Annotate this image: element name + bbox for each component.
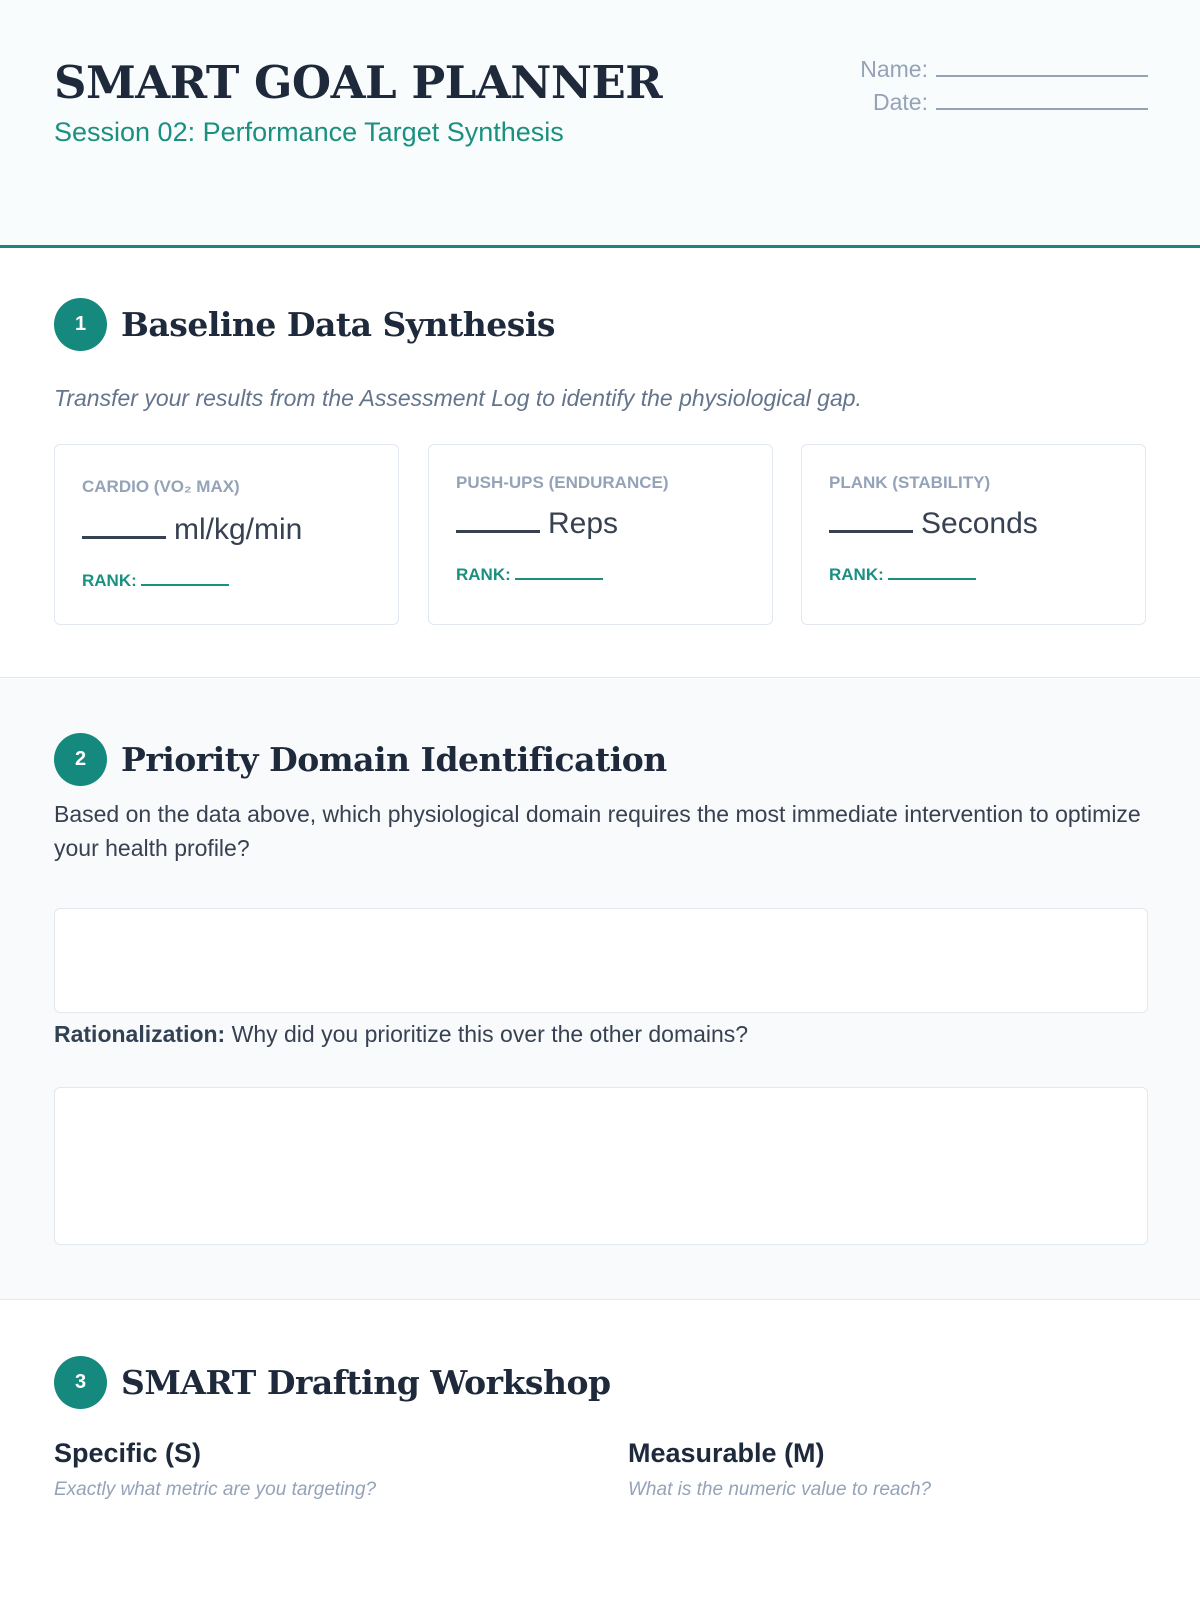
- name-blank-line[interactable]: [936, 59, 1148, 77]
- rank-label: RANK:: [82, 571, 137, 590]
- section-heading: 2 Priority Domain Identification: [54, 733, 667, 786]
- rank-field[interactable]: RANK:: [82, 571, 229, 591]
- column-title: Measurable (M): [628, 1438, 825, 1468]
- section-title: SMART Drafting Workshop: [121, 1363, 611, 1402]
- section-number-badge: 2: [54, 733, 107, 786]
- section-heading: 1 Baseline Data Synthesis: [54, 298, 555, 351]
- card-unit: Reps: [548, 507, 619, 540]
- card-value-field[interactable]: Seconds: [829, 507, 1038, 541]
- priority-prompt: Based on the data above, which physiolog…: [54, 801, 1141, 861]
- date-field[interactable]: Date:: [848, 89, 1148, 122]
- card-value-field[interactable]: ml/kg/min: [82, 513, 302, 547]
- priority-answer-box[interactable]: [54, 908, 1148, 1013]
- value-blank-line[interactable]: [829, 511, 913, 533]
- pushups-card: PUSH-UPS (ENDURANCE) Reps RANK:: [428, 444, 773, 625]
- rationalization-question: Why did you prioritize this over the oth…: [225, 1021, 749, 1047]
- rank-blank-line[interactable]: [140, 572, 229, 586]
- baseline-section: 1 Baseline Data Synthesis Transfer your …: [0, 250, 1200, 678]
- column-title: Specific (S): [54, 1438, 202, 1468]
- rank-blank-line[interactable]: [514, 566, 603, 580]
- rationalization-label: Rationalization:: [54, 1021, 226, 1047]
- section-heading: 3 SMART Drafting Workshop: [54, 1356, 611, 1409]
- rationalization-answer-box[interactable]: [54, 1087, 1148, 1245]
- section-intro: Transfer your results from the Assessmen…: [54, 385, 862, 411]
- card-unit: Seconds: [921, 507, 1038, 540]
- specific-column: Specific (S) Exactly what metric are you…: [54, 1438, 376, 1501]
- rank-label: RANK:: [456, 565, 511, 584]
- name-field[interactable]: Name:: [848, 56, 1148, 89]
- column-hint: Exactly what metric are you targeting?: [54, 1479, 377, 1500]
- card-label: PLANK (STABILITY): [829, 473, 991, 492]
- plank-card: PLANK (STABILITY) Seconds RANK:: [801, 444, 1146, 625]
- section-title: Priority Domain Identification: [121, 740, 667, 779]
- card-value-field[interactable]: Reps: [456, 507, 618, 541]
- name-label: Name:: [860, 56, 928, 82]
- rationalization-prompt: Rationalization: Why did you prioritize …: [54, 1021, 748, 1048]
- name-date-fields: Name: Date:: [848, 56, 1148, 122]
- page-header: SMART GOAL PLANNER Session 02: Performan…: [0, 0, 1200, 248]
- card-unit: ml/kg/min: [174, 513, 303, 546]
- priority-section: 2 Priority Domain Identification Based o…: [0, 679, 1200, 1300]
- measurable-column: Measurable (M) What is the numeric value…: [628, 1438, 931, 1501]
- section-title: Baseline Data Synthesis: [121, 305, 555, 344]
- rank-field[interactable]: RANK:: [829, 565, 976, 585]
- date-blank-line[interactable]: [936, 92, 1148, 110]
- column-hint: What is the numeric value to reach?: [628, 1479, 932, 1500]
- card-label: CARDIO (VO₂ MAX): [82, 477, 240, 496]
- rank-field[interactable]: RANK:: [456, 565, 603, 585]
- date-label: Date:: [873, 89, 928, 115]
- value-blank-line[interactable]: [82, 517, 166, 539]
- cardio-card: CARDIO (VO₂ MAX) ml/kg/min RANK:: [54, 444, 399, 625]
- section-number-badge: 1: [54, 298, 107, 351]
- page-subtitle: Session 02: Performance Target Synthesis: [54, 117, 564, 147]
- page-title: SMART GOAL PLANNER: [54, 56, 663, 109]
- section-number-badge: 3: [54, 1356, 107, 1409]
- smart-drafting-section: 3 SMART Drafting Workshop Specific (S) E…: [0, 1301, 1200, 1600]
- rank-label: RANK:: [829, 565, 884, 584]
- card-label: PUSH-UPS (ENDURANCE): [456, 473, 669, 492]
- value-blank-line[interactable]: [456, 511, 540, 533]
- rank-blank-line[interactable]: [887, 566, 976, 580]
